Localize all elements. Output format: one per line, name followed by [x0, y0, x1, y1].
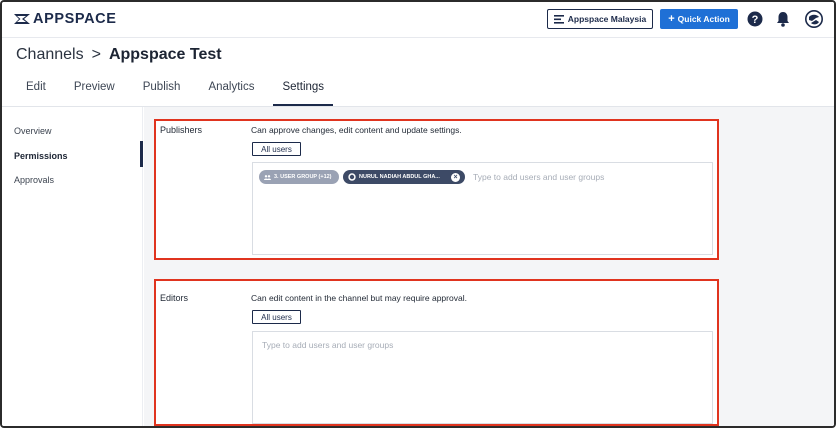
editors-label: Editors — [160, 293, 189, 303]
tab-edit[interactable]: Edit — [16, 81, 46, 105]
publishers-section: Publishers Can approve changes, edit con… — [154, 119, 719, 260]
page-title: Appspace Test — [108, 46, 222, 63]
publishers-input-placeholder: Type to add users and user groups — [473, 172, 605, 182]
editors-description: Can edit content in the channel but may … — [251, 293, 467, 303]
help-icon[interactable]: ? — [746, 10, 764, 28]
editors-all-users-button[interactable]: All users — [252, 310, 301, 324]
breadcrumb-separator: > — [91, 46, 101, 63]
user-chip[interactable]: NURUL NADIAH ABDUL GHA... × — [343, 170, 465, 184]
svg-text:?: ? — [752, 14, 759, 26]
sidebar-item-approvals[interactable]: Approvals — [14, 175, 54, 185]
quick-action-button[interactable]: + Quick Action — [660, 9, 738, 29]
tab-analytics[interactable]: Analytics — [199, 81, 254, 105]
publishers-description: Can approve changes, edit content and up… — [251, 125, 462, 135]
user-chip-label: NURUL NADIAH ABDUL GHA... — [359, 174, 440, 180]
plus-icon: + — [668, 13, 675, 25]
sidebar-active-indicator — [140, 141, 143, 167]
tab-preview[interactable]: Preview — [65, 81, 115, 105]
breadcrumb: Channels > Appspace Test — [16, 46, 222, 64]
tab-publish[interactable]: Publish — [134, 81, 181, 105]
org-switch-icon — [553, 14, 564, 24]
user-avatar-icon[interactable] — [805, 10, 823, 28]
top-bar: APPSPACE Appspace Malaysia + Quick Actio… — [2, 2, 834, 38]
breadcrumb-parent[interactable]: Channels — [16, 46, 84, 64]
user-group-chip-label: 3. USER GROUP (+12) — [274, 174, 332, 180]
users-icon — [264, 174, 271, 180]
appspace-logo[interactable]: APPSPACE — [13, 10, 117, 28]
sidebar-item-overview[interactable]: Overview — [14, 126, 52, 136]
channel-tabs: Edit Preview Publish Analytics Settings — [16, 81, 343, 107]
user-group-chip[interactable]: 3. USER GROUP (+12) — [259, 170, 339, 184]
editors-input-placeholder: Type to add users and user groups — [262, 340, 394, 350]
publishers-all-users-button[interactable]: All users — [252, 142, 301, 156]
sidebar-item-permissions[interactable]: Permissions — [14, 151, 68, 161]
user-avatar-icon — [348, 173, 356, 181]
editors-section: Editors Can edit content in the channel … — [154, 279, 719, 426]
logo-text: APPSPACE — [33, 11, 117, 27]
tab-settings[interactable]: Settings — [273, 81, 333, 106]
bell-icon[interactable] — [774, 10, 792, 28]
organization-switch-button[interactable]: Appspace Malaysia — [547, 9, 653, 29]
organization-name: Appspace Malaysia — [567, 14, 647, 24]
app-window: APPSPACE Appspace Malaysia + Quick Actio… — [0, 0, 836, 428]
publishers-user-input[interactable]: 3. USER GROUP (+12) NURUL NADIAH ABDUL G… — [252, 162, 713, 255]
quick-action-label: Quick Action — [677, 14, 730, 24]
remove-chip-icon[interactable]: × — [451, 172, 460, 182]
editors-user-input[interactable]: Type to add users and user groups — [252, 331, 713, 424]
publishers-label: Publishers — [160, 125, 203, 135]
logo-mark-icon — [14, 14, 30, 24]
